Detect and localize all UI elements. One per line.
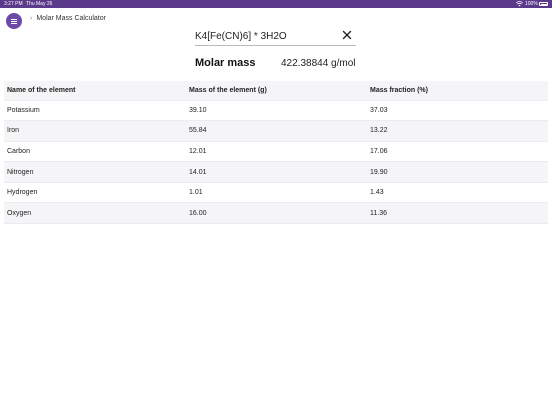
cell-element-mass: 1.01 [186,181,367,203]
page-title: Molar Mass Calculator [36,14,106,22]
battery-percentage: 100% [525,1,538,7]
status-bar: 3:27 PM Thu May 26 100% [0,0,552,8]
cell-mass-fraction: 11.36 [367,202,548,225]
cell-element-mass: 12.01 [186,140,367,162]
cell-mass-fraction: 13.22 [367,120,548,142]
table-row: Hydrogen 1.01 1.43 [4,181,548,203]
cell-element-mass: 39.10 [186,99,367,121]
table-row: Iron 55.84 13.22 [4,120,548,142]
cell-element-name: Nitrogen [4,161,186,183]
cell-element-name: Iron [4,120,186,142]
cell-mass-fraction: 37.03 [367,99,548,121]
chevron-right-icon: › [30,14,33,22]
status-time: 3:27 PM [4,1,23,7]
breadcrumb: › Molar Mass Calculator [30,12,106,24]
cell-mass-fraction: 1.43 [367,181,548,203]
table-row: Carbon 12.01 17.06 [4,140,548,162]
status-date: Thu May 26 [26,1,53,7]
cell-element-name: Carbon [4,140,186,162]
table-row: Oxygen 16.00 11.36 [4,202,548,225]
formula-field [195,27,356,46]
menu-button[interactable] [6,13,22,29]
cell-element-name: Hydrogen [4,181,186,203]
header-element-name: Name of the element [4,81,186,100]
formula-input[interactable] [195,27,335,45]
elements-table: Name of the element Mass of the element … [4,81,548,225]
close-icon[interactable] [342,30,352,40]
cell-element-mass: 14.01 [186,161,367,183]
cell-element-mass: 55.84 [186,120,367,142]
table-row: Nitrogen 14.01 19.90 [4,161,548,183]
molar-mass-label: Molar mass [195,57,256,69]
table-row: Potassium 39.10 37.03 [4,99,548,121]
wifi-icon [516,1,523,7]
cell-mass-fraction: 19.90 [367,161,548,183]
battery-icon [539,2,548,6]
molar-mass-value: 422.38844 g/mol [281,58,356,69]
cell-mass-fraction: 17.06 [367,140,548,162]
cell-element-mass: 16.00 [186,202,367,225]
cell-element-name: Oxygen [4,202,186,225]
hamburger-icon [11,18,17,24]
table-header-row: Name of the element Mass of the element … [4,81,548,100]
cell-element-name: Potassium [4,99,186,121]
header-mass-fraction: Mass fraction (%) [367,81,548,100]
header-element-mass: Mass of the element (g) [186,81,367,100]
